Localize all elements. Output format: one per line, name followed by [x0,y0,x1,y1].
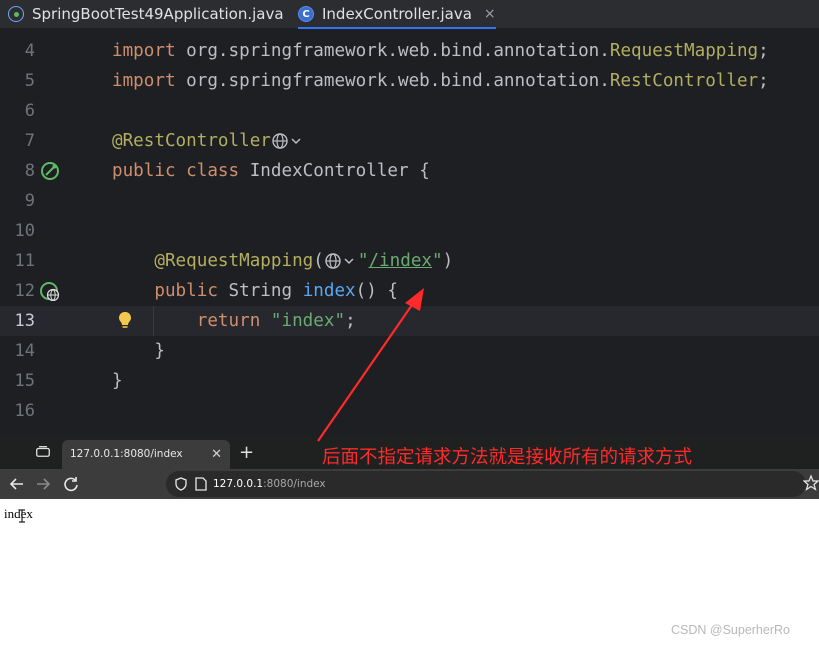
back-arrow-icon[interactable] [6,473,28,495]
code-text: @RequestMapping("/index") [154,251,454,271]
code-text: public String index() { [154,281,399,301]
web-endpoints-inlay-icon[interactable] [324,251,358,271]
tab-label: SpringBootTest49Application.java [32,5,284,23]
web-endpoints-inlay-icon[interactable] [271,131,305,151]
code-text: import org.springframework.web.bind.anno… [112,41,769,61]
forward-arrow-icon[interactable] [32,473,54,495]
code-editor[interactable]: 4 import org.springframework.web.bind.an… [0,29,819,437]
tab-search-icon[interactable] [36,446,50,457]
code-line: 12 public String index() { [0,276,819,306]
line-number: 14 [14,341,35,361]
code-line: 11 @RequestMapping("/index") [0,246,819,276]
reload-icon[interactable] [60,473,82,495]
code-line: 14 } [0,336,819,366]
code-line: 5 import org.springframework.web.bind.an… [0,66,819,96]
line-number: 15 [14,371,35,391]
bookmark-star-icon[interactable] [803,472,819,494]
java-class-icon: C [298,6,314,22]
line-number: 13 [14,311,35,331]
code-line: 9 [0,186,819,216]
spring-boot-class-icon [8,6,24,22]
browser-tab-title: 127.0.0.1:8080/index [70,448,183,460]
spring-bean-gutter-icon[interactable] [40,161,60,181]
tab-springboottest49application[interactable]: SpringBootTest49Application.java [8,0,284,28]
line-number: 5 [24,71,35,91]
code-line: 8 public class IndexController { [0,156,819,186]
line-number: 11 [14,251,35,271]
address-bar[interactable]: 127.0.0.1:8080/index [166,471,806,497]
tab-indexcontroller[interactable]: C IndexController.java × [298,0,496,29]
code-line-current: 13 return "index"; [0,306,819,336]
url-text: 127.0.0.1:8080/index [213,478,326,490]
code-line: 7 @RestController [0,126,819,156]
tab-label: IndexController.java [322,5,472,23]
code-line: 10 [0,216,819,246]
code-text: } [154,341,165,361]
browser-toolbar: 127.0.0.1:8080/index [0,469,819,499]
code-line: 16 [0,396,819,426]
close-tab-icon[interactable]: ✕ [211,440,222,469]
close-tab-icon[interactable]: × [484,6,496,22]
ide-tab-bar: SpringBootTest49Application.java C Index… [0,0,819,29]
page-content: index CSDN @SuperherRo [0,499,819,646]
site-info-icon[interactable] [174,477,188,491]
annotation-text: 后面不指定请求方法就是接收所有的请求方式 [322,447,693,468]
watermark: CSDN @SuperherRo [671,623,790,637]
code-line: 15 } [0,366,819,396]
line-number: 6 [24,101,35,121]
code-text: @RestController [112,126,305,156]
code-line: 4 import org.springframework.web.bind.an… [0,36,819,66]
new-tab-button[interactable]: + [239,441,254,465]
browser-tab[interactable]: 127.0.0.1:8080/index ✕ [62,440,230,469]
line-number: 8 [24,161,35,181]
line-number: 16 [14,401,35,421]
line-number: 10 [14,221,35,241]
line-number: 12 [14,281,35,301]
line-number: 4 [24,41,35,61]
text-cursor-icon [19,509,25,523]
code-text: } [112,371,123,391]
line-number: 9 [24,191,35,211]
line-number: 7 [24,131,35,151]
page-icon [195,477,207,491]
code-text: return "index"; [196,311,356,331]
web-endpoint-gutter-icon[interactable] [40,281,60,301]
code-text: public class IndexController { [112,161,430,181]
code-text: import org.springframework.web.bind.anno… [112,71,769,91]
code-line: 6 [0,96,819,126]
